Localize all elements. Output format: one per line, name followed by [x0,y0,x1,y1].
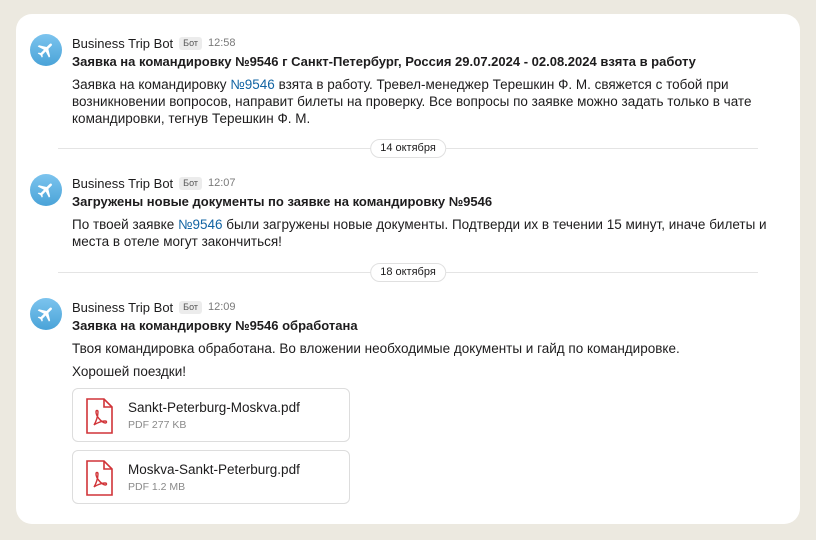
message-time[interactable]: 12:07 [208,177,236,189]
bot-avatar[interactable] [30,174,62,206]
sender-name[interactable]: Business Trip Bot [72,176,173,191]
message-title: Заявка на командировку №9546 г Санкт-Пет… [72,54,696,69]
bot-avatar[interactable] [30,298,62,330]
message-time[interactable]: 12:09 [208,301,236,313]
message-text: Заявка на командировку №9546 взята в раб… [72,76,780,127]
airplane-icon [37,183,52,198]
file-attachment[interactable]: Sankt-Peterburg-Moskva.pdf PDF 277 KB [72,388,350,442]
file-meta: PDF 277 KB [128,419,187,431]
date-divider: 18 октября [58,263,758,282]
message-text-part: Заявка на командировку [72,77,231,92]
file-name[interactable]: Sankt-Peterburg-Moskva.pdf [128,400,300,415]
message-title: Загружены новые документы по заявке на к… [72,194,493,209]
message-text: Твоя командировка обработана. Во вложени… [72,341,680,356]
file-name[interactable]: Moskva-Sankt-Peterburg.pdf [128,462,300,477]
message-text: Хорошей поездки! [72,364,187,379]
date-label[interactable]: 18 октября [370,263,446,282]
date-label[interactable]: 14 октября [370,139,446,158]
request-link[interactable]: №9546 [178,217,223,232]
sender-name[interactable]: Business Trip Bot [72,300,173,315]
message-time[interactable]: 12:58 [208,37,236,49]
pdf-file-icon [86,398,113,434]
file-meta: PDF 1.2 MB [128,481,186,493]
bot-badge: Бот [179,176,202,190]
date-divider: 14 октября [58,139,758,158]
sender-name[interactable]: Business Trip Bot [72,36,173,51]
message-text: По твоей заявке №9546 были загружены нов… [72,216,780,250]
bot-avatar[interactable] [30,34,62,66]
file-attachment[interactable]: Moskva-Sankt-Peterburg.pdf PDF 1.2 MB [72,450,350,504]
request-link[interactable]: №9546 [230,77,275,92]
airplane-icon [37,43,52,58]
pdf-file-icon [86,460,113,496]
chat-panel: Business Trip Bot Бот 12:58 Заявка на ко… [16,14,800,524]
airplane-icon [37,307,52,322]
bot-badge: Бот [179,36,202,50]
message-title: Заявка на командировку №9546 обработана [72,318,358,333]
message-text-part: По твоей заявке [72,217,178,232]
bot-badge: Бот [179,300,202,314]
